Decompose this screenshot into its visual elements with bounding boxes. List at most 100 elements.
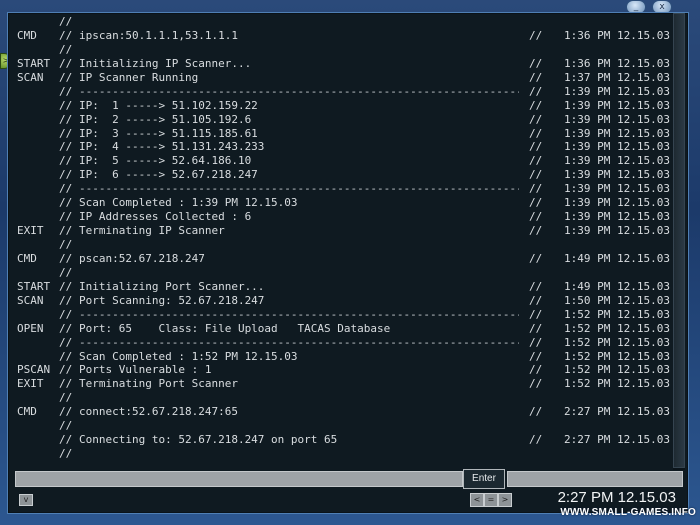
log-line: // Connecting to: 52.67.218.247 on port 6… [15,433,670,447]
log-line: // IP: 5 -----> 52.64.186.10 // 1:39 PM 12.… [15,154,670,168]
log-message: IP: 5 -----> 52.64.186.10 [79,154,252,168]
log-timestamp: 1:52 PM 12.15.03 [564,321,670,335]
log-line: // --------------------------------------… [15,308,670,322]
log-time-marker: // [529,56,543,70]
log-tag: EXIT [17,224,44,238]
log-comment-marker: // [59,391,73,405]
log-timestamp: 1:39 PM 12.15.03 [564,112,670,126]
log-line: // [15,266,670,280]
log-message: pscan:52.67.218.247 [79,251,205,265]
log-message: Initializing Port Scanner... [79,279,265,293]
log-tag: SCAN [17,70,44,84]
log-tag: START [17,56,51,70]
log-comment-marker: // [59,56,73,70]
log-line: SCAN // Port Scanning: 52.67.218.247 // 1:50… [15,294,670,308]
enter-button[interactable]: Enter [463,469,505,489]
log-message: IP: 1 -----> 51.102.159.22 [79,98,258,112]
log-message: Scan Completed : 1:52 PM 12.15.03 [79,349,298,363]
log-comment-marker: // [59,210,73,224]
log-timestamp: 1:39 PM 12.15.03 [564,84,670,98]
log-time-marker: // [529,349,543,363]
log-timestamp: 1:52 PM 12.15.03 [564,363,670,377]
log-message: IP: 3 -----> 51.115.185.61 [79,126,258,140]
log-timestamp: 1:36 PM 12.15.03 [564,28,670,42]
log-message: Scan Completed : 1:39 PM 12.15.03 [79,196,298,210]
log-comment-marker: // [59,363,73,377]
log-comment-marker: // [59,265,73,279]
log-time-marker: // [529,363,543,377]
log-comment-marker: // [59,447,73,461]
log-comment-marker: // [59,28,73,42]
log-comment-marker: // [59,126,73,140]
log-line: // Scan Completed : 1:52 PM 12.15.03 // 1:5… [15,350,670,364]
log-tag: SCAN [17,293,44,307]
log-time-marker: // [529,154,543,168]
log-message: IP Scanner Running [79,70,199,84]
log-timestamp: 1:39 PM 12.15.03 [564,182,670,196]
log-message: connect:52.67.218.247:65 [79,405,238,419]
log-time-marker: // [529,335,543,349]
log-line: // IP: 3 -----> 51.115.185.61 // 1:39 PM 12… [15,127,670,141]
log-tag: CMD [17,405,37,419]
log-time-marker: // [529,377,543,391]
log-tag: OPEN [17,321,44,335]
log-comment-marker: // [59,98,73,112]
log-line: // IP: 1 -----> 51.102.159.22 // 1:39 PM 12… [15,99,670,113]
log-line: EXIT // Terminating Port Scanner // 1:52 PM … [15,377,670,391]
log-line: // IP Addresses Collected : 6 // 1:39 PM 12… [15,210,670,224]
prev-arrow-icon[interactable]: < [470,493,484,507]
log-comment-marker: // [59,70,73,84]
log-line: // [15,238,670,252]
log-time-marker: // [529,279,543,293]
log-message: Ports Vulnerable : 1 [79,363,212,377]
log-comment-marker: // [59,419,73,433]
next-arrow-icon[interactable]: > [498,493,512,507]
log-comment-marker: // [59,321,73,335]
log-comment-marker: // [59,112,73,126]
log-comment-marker: // [59,196,73,210]
log-time-marker: // [529,405,543,419]
log-line: // --------------------------------------… [15,182,670,196]
log-timestamp: 1:39 PM 12.15.03 [564,168,670,182]
log-time-marker: // [529,210,543,224]
log-time-marker: // [529,251,543,265]
log-line: // [15,391,670,405]
log-comment-marker: // [59,405,73,419]
log-comment-marker: // [59,335,73,349]
scrollbar-thumb[interactable] [673,13,685,468]
log-time-marker: // [529,321,543,335]
log-timestamp: 1:39 PM 12.15.03 [564,196,670,210]
log-separator: ----------------------------------------… [79,182,519,196]
log-time-marker: // [529,84,543,98]
log-timestamp: 1:52 PM 12.15.03 [564,335,670,349]
log-time-marker: // [529,293,543,307]
log-timestamp: 1:52 PM 12.15.03 [564,377,670,391]
log-message: IP: 2 -----> 51.105.192.6 [79,112,252,126]
log-comment-marker: // [59,293,73,307]
log-time-marker: // [529,433,543,447]
log-line: OPEN // Port: 65 Class: File Upload TACAS … [15,322,670,336]
menu-icon[interactable]: = [484,493,498,507]
log-comment-marker: // [59,251,73,265]
log-tag: CMD [17,28,37,42]
log-timestamp: 1:36 PM 12.15.03 [564,56,670,70]
log-comment-marker: // [59,140,73,154]
log-message: Connecting to: 52.67.218.247 on port 65 [79,433,338,447]
log-line: START // Initializing IP Scanner... // 1:36 … [15,57,670,71]
log-line: START // Initializing Port Scanner... // 1:4… [15,280,670,294]
scroll-down-icon[interactable]: v [19,494,33,506]
log-comment-marker: // [59,42,73,56]
command-input[interactable] [15,471,463,487]
log-tag: START [17,279,51,293]
log-line: // IP: 6 -----> 52.67.218.247 // 1:39 PM 12… [15,168,670,182]
log-timestamp: 1:52 PM 12.15.03 [564,349,670,363]
log-line: // IP: 4 -----> 51.131.243.233 // 1:39 PM 1… [15,140,670,154]
log-time-marker: // [529,307,543,321]
log-timestamp: 1:49 PM 12.15.03 [564,279,670,293]
log-comment-marker: // [59,433,73,447]
log-timestamp: 1:39 PM 12.15.03 [564,126,670,140]
log-separator: ----------------------------------------… [79,84,519,98]
log-comment-marker: // [59,349,73,363]
log-line: SCAN // IP Scanner Running // 1:37 PM 12.15.… [15,71,670,85]
log-timestamp: 1:39 PM 12.15.03 [564,224,670,238]
